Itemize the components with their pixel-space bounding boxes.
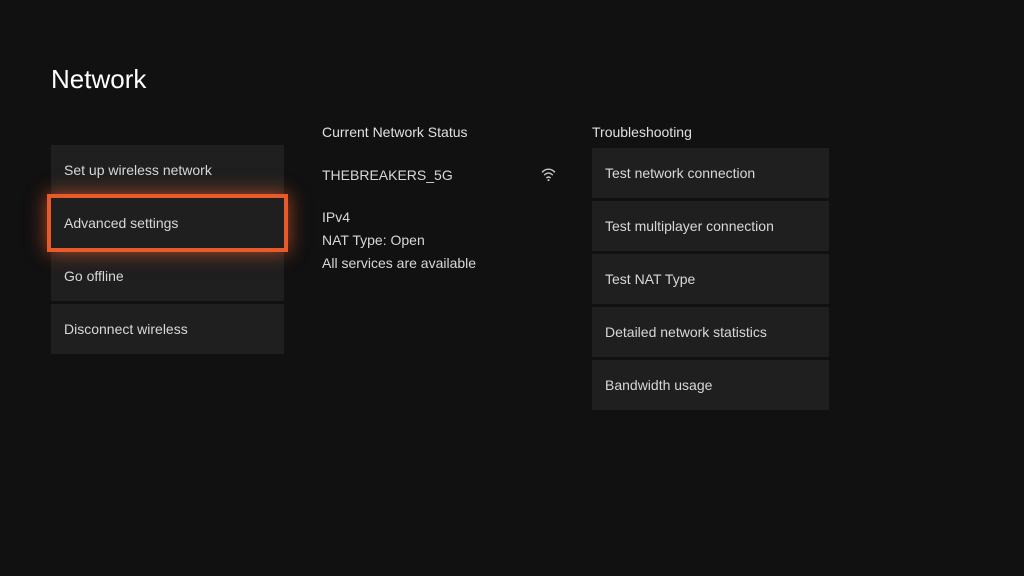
page-title: Network xyxy=(51,64,146,95)
services-status: All services are available xyxy=(322,255,567,271)
menu-item-label: Disconnect wireless xyxy=(64,321,188,337)
menu-item-label: Go offline xyxy=(64,268,124,284)
ssid-text: THEBREAKERS_5G xyxy=(322,167,453,183)
ts-item-label: Bandwidth usage xyxy=(605,377,712,393)
troubleshooting-heading: Troubleshooting xyxy=(592,124,829,140)
menu-item-advanced-settings[interactable]: Advanced settings xyxy=(51,198,284,248)
menu-item-disconnect-wireless[interactable]: Disconnect wireless xyxy=(51,304,284,354)
ssid-row: THEBREAKERS_5G xyxy=(322,166,557,183)
ts-item-bandwidth[interactable]: Bandwidth usage xyxy=(592,360,829,410)
menu-item-label: Advanced settings xyxy=(64,215,178,231)
ts-item-test-multiplayer[interactable]: Test multiplayer connection xyxy=(592,201,829,251)
left-menu: Set up wireless network Advanced setting… xyxy=(51,145,284,354)
ts-item-label: Test network connection xyxy=(605,165,755,181)
menu-item-go-offline[interactable]: Go offline xyxy=(51,251,284,301)
ts-item-label: Test NAT Type xyxy=(605,271,695,287)
menu-item-label: Set up wireless network xyxy=(64,162,212,178)
status-heading: Current Network Status xyxy=(322,124,567,140)
ts-item-label: Test multiplayer connection xyxy=(605,218,774,234)
ts-item-label: Detailed network statistics xyxy=(605,324,767,340)
nat-type: NAT Type: Open xyxy=(322,232,567,248)
troubleshooting-panel: Troubleshooting Test network connection … xyxy=(592,124,829,410)
network-status-panel: Current Network Status THEBREAKERS_5G IP… xyxy=(322,124,567,278)
ts-item-detailed-stats[interactable]: Detailed network statistics xyxy=(592,307,829,357)
wifi-icon xyxy=(540,166,557,183)
ts-item-test-network[interactable]: Test network connection xyxy=(592,148,829,198)
menu-item-setup-wireless[interactable]: Set up wireless network xyxy=(51,145,284,195)
troubleshooting-list: Test network connection Test multiplayer… xyxy=(592,148,829,410)
ip-version: IPv4 xyxy=(322,209,567,225)
ts-item-test-nat[interactable]: Test NAT Type xyxy=(592,254,829,304)
